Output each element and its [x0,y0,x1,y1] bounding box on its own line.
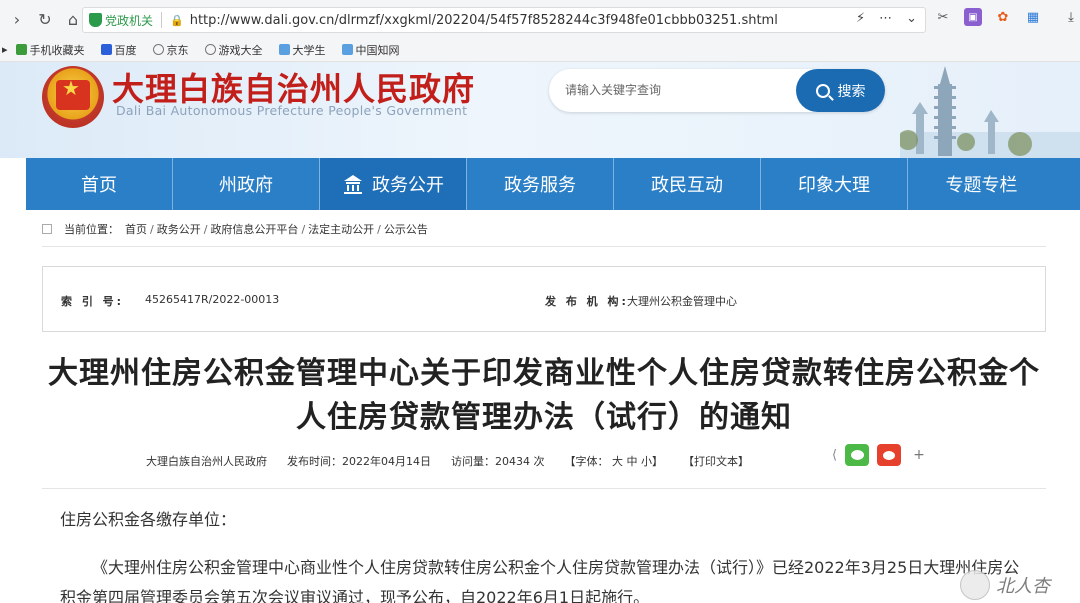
body-paragraph: 《大理州住房公积金管理中心商业性个人住房贷款转住房公积金个人住房贷款管理办法（试… [60,558,1020,603]
address-actions: ⚡ ⋯ ⌄ [856,11,917,26]
print-link[interactable]: 【打印文本】 [683,453,749,469]
article-info: 大理白族自治州人民政府 发布时间：2022年04月14日 访问量：20434 次… [146,453,769,469]
bookmarks-bar: ▸ 手机收藏夹 百度 京东 游戏大全 大学生 中国知网 [0,38,1080,62]
article-title: 大理州住房公积金管理中心关于印发商业性个人住房贷款转住房公积金个 人住房贷款管理… [48,356,1040,435]
article-body: 《大理州住房公积金管理中心商业性个人住房贷款转住房公积金个人住房贷款管理办法（试… [60,553,1030,603]
cap-icon [278,44,290,55]
extension-icon[interactable]: ▣ [964,8,982,26]
lock-icon[interactable]: 🔒 [170,14,184,27]
chevron-down-icon[interactable]: ⌄ [906,11,917,26]
search-box: 搜索 [549,69,885,112]
bookmarks-chevron-icon[interactable]: ▸ [2,43,8,56]
browser-toolbar: › ↻ ⌂ 党政机关 🔒 http://www.dali.gov.cn/dlrm… [0,0,1080,38]
grid-icon[interactable]: ▦ [1024,8,1042,26]
globe-icon [204,44,216,55]
breadcrumb-label: 当前位置： [64,223,119,236]
breadcrumb-item[interactable]: 法定主动公开 [308,221,374,237]
bookmark-item[interactable]: 游戏大全 [204,42,263,58]
extension-icons: ✂ ▣ ✿ ▦ ⤓ [934,8,1080,26]
search-input[interactable] [565,79,785,101]
breadcrumb-item[interactable]: 政府信息公开平台 [210,221,298,237]
article-salutation: 住房公积金各缴存单位： [60,510,237,529]
gov-tag: 党政机关 [105,13,154,28]
search-icon [815,83,830,98]
site-subtitle: Dali Bai Autonomous Prefecture People's … [116,103,468,118]
cap-icon [341,44,353,55]
bookmark-item[interactable]: 百度 [100,42,137,58]
article-date: 发布时间：2022年04月14日 [287,455,431,468]
url-text[interactable]: http://www.dali.gov.cn/dlrmzf/xxgkml/202… [190,13,778,28]
nav-item-government[interactable]: 州政府 [173,158,320,210]
pagoda-illustration [900,66,1080,158]
article-source: 大理白族自治州人民政府 [146,455,267,468]
watermark: 北人杏 [960,566,1080,603]
lightning-icon[interactable]: ⚡ [856,11,865,26]
nav-item-gov-service[interactable]: 政务服务 [467,158,614,210]
phone-icon [15,44,27,55]
location-icon [42,224,52,234]
home-icon[interactable]: ⌂ [62,8,84,30]
font-size-switcher[interactable]: 【字体： 大 中 小】 [565,453,664,469]
document-meta: 索 引 号: 45265417R/2022-00013 发 布 机 构: 大理州… [42,266,1046,332]
nav-item-impression-dali[interactable]: 印象大理 [761,158,908,210]
index-label: 索 引 号: [61,295,125,308]
download-icon[interactable]: ⤓ [1062,8,1080,26]
weibo-icon[interactable] [877,444,902,466]
index-value: 45265417R/2022-00013 [145,293,280,306]
game-icon[interactable]: ✿ [994,8,1012,26]
breadcrumb: 当前位置： 首页 / 政务公开 / 政府信息公开平台 / 法定主动公开 / 公示… [42,220,1046,238]
bookmark-item[interactable]: 手机收藏夹 [15,42,85,58]
shield-icon [89,13,102,27]
address-bar[interactable]: 党政机关 🔒 http://www.dali.gov.cn/dlrmzf/xxg… [82,7,926,33]
paw-icon [100,44,112,55]
divider [42,246,1046,247]
breadcrumb-item[interactable]: 公示公告 [384,221,428,237]
watermark-logo-icon [960,569,990,600]
breadcrumb-item[interactable]: 政务公开 [157,221,201,237]
forward-icon[interactable]: › [6,8,28,30]
more-icon[interactable]: ⋯ [879,11,892,26]
bookmark-item[interactable]: 大学生 [278,42,326,58]
bookmark-item[interactable]: 中国知网 [341,42,400,58]
temple-icon [344,175,362,194]
reload-icon[interactable]: ↻ [34,8,56,30]
national-emblem-icon: ★ [42,66,104,128]
wechat-icon[interactable] [845,444,870,466]
address-divider [161,12,163,28]
publisher-value: 大理州公积金管理中心 [627,295,737,308]
globe-icon [152,44,164,55]
share-icon[interactable]: ⟨ [832,448,837,463]
bookmark-item[interactable]: 京东 [152,42,189,58]
nav-item-interaction[interactable]: 政民互动 [614,158,761,210]
scissors-icon[interactable]: ✂ [934,8,952,26]
nav-item-gov-affairs-open[interactable]: 政务公开 [320,158,467,210]
breadcrumb-item[interactable]: 首页 [125,221,147,237]
watermark-text: 北人杏 [996,575,1050,597]
site-header: ★ 大理白族自治州人民政府 Dali Bai Autonomous Prefec… [0,62,1080,158]
main-nav: 首页 州政府 政务公开 政务服务 政民互动 印象大理 专题专栏 [26,158,1080,210]
search-button[interactable]: 搜索 [796,69,885,112]
publisher-label: 发 布 机 构: [545,295,629,308]
nav-item-home[interactable]: 首页 [26,158,173,210]
article-views: 访问量：20434 次 [451,455,545,468]
divider [42,488,1046,489]
nav-item-special-topics[interactable]: 专题专栏 [908,158,1055,210]
plus-icon[interactable]: + [913,447,925,463]
share-bar: ⟨ + [832,444,925,466]
